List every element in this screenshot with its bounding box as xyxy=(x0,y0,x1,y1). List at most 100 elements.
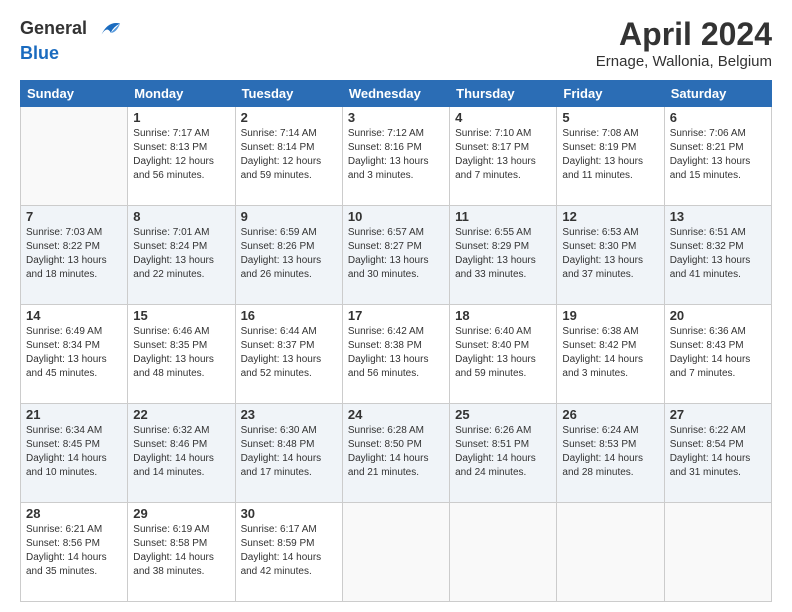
day-number: 7 xyxy=(26,209,122,224)
day-info: Sunrise: 6:49 AMSunset: 8:34 PMDaylight:… xyxy=(26,325,122,381)
day-info: Sunrise: 6:46 AMSunset: 8:35 PMDaylight:… xyxy=(133,325,229,381)
day-number: 30 xyxy=(241,506,337,521)
day-info: Sunrise: 7:17 AMSunset: 8:13 PMDaylight:… xyxy=(133,127,229,183)
day-number: 22 xyxy=(133,407,229,422)
table-row: 12Sunrise: 6:53 AMSunset: 8:30 PMDayligh… xyxy=(557,206,664,305)
table-row: 5 Sunrise: 7:08 AMSunset: 8:19 PMDaylight… xyxy=(557,107,664,206)
calendar-table: Sunday Monday Tuesday Wednesday Thursday… xyxy=(20,80,772,602)
table-row: 21 Sunrise: 6:34 AMSunset: 8:45 PMDayligh… xyxy=(21,404,128,503)
day-number: 4 xyxy=(455,110,551,125)
day-info: Sunrise: 6:38 AMSunset: 8:42 PMDaylight:… xyxy=(562,325,658,381)
day-number: 21 xyxy=(26,407,122,422)
day-info: Sunrise: 6:17 AMSunset: 8:59 PMDaylight:… xyxy=(241,523,337,579)
col-thursday: Thursday xyxy=(450,81,557,107)
day-info: Sunrise: 6:30 AMSunset: 8:48 PMDaylight:… xyxy=(241,424,337,480)
day-info: Sunrise: 6:36 AMSunset: 8:43 PMDaylight:… xyxy=(670,325,766,381)
table-row: 7Sunrise: 7:03 AMSunset: 8:22 PMDaylight… xyxy=(21,206,128,305)
day-number: 11 xyxy=(455,209,551,224)
day-info: Sunrise: 7:06 AMSunset: 8:21 PMDaylight:… xyxy=(670,127,766,183)
table-row xyxy=(21,107,128,206)
col-friday: Friday xyxy=(557,81,664,107)
table-row: 3Sunrise: 7:12 AMSunset: 8:16 PMDaylight… xyxy=(342,107,449,206)
table-row: 27 Sunrise: 6:22 AMSunset: 8:54 PMDayligh… xyxy=(664,404,771,503)
col-sunday: Sunday xyxy=(21,81,128,107)
day-number: 8 xyxy=(133,209,229,224)
table-row: 13Sunrise: 6:51 AMSunset: 8:32 PMDayligh… xyxy=(664,206,771,305)
day-number: 18 xyxy=(455,308,551,323)
day-number: 25 xyxy=(455,407,551,422)
location: Ernage, Wallonia, Belgium xyxy=(596,53,772,70)
table-row: 9Sunrise: 6:59 AMSunset: 8:26 PMDaylight… xyxy=(235,206,342,305)
day-info: Sunrise: 7:14 AMSunset: 8:14 PMDaylight:… xyxy=(241,127,337,183)
calendar-week-row: 7Sunrise: 7:03 AMSunset: 8:22 PMDaylight… xyxy=(21,206,772,305)
day-info: Sunrise: 6:40 AMSunset: 8:40 PMDaylight:… xyxy=(455,325,551,381)
table-row: 16 Sunrise: 6:44 AMSunset: 8:37 PMDayligh… xyxy=(235,305,342,404)
day-info: Sunrise: 6:22 AMSunset: 8:54 PMDaylight:… xyxy=(670,424,766,480)
calendar-week-row: 1 Sunrise: 7:17 AMSunset: 8:13 PMDaylight… xyxy=(21,107,772,206)
day-number: 5 xyxy=(562,110,658,125)
table-row xyxy=(342,503,449,602)
calendar-header-row: Sunday Monday Tuesday Wednesday Thursday… xyxy=(21,81,772,107)
table-row: 20Sunrise: 6:36 AMSunset: 8:43 PMDayligh… xyxy=(664,305,771,404)
table-row: 14 Sunrise: 6:49 AMSunset: 8:34 PMDayligh… xyxy=(21,305,128,404)
day-number: 10 xyxy=(348,209,444,224)
table-row: 11 Sunrise: 6:55 AMSunset: 8:29 PMDayligh… xyxy=(450,206,557,305)
day-number: 27 xyxy=(670,407,766,422)
day-number: 17 xyxy=(348,308,444,323)
table-row: 29 Sunrise: 6:19 AMSunset: 8:58 PMDayligh… xyxy=(128,503,235,602)
day-info: Sunrise: 7:12 AMSunset: 8:16 PMDaylight:… xyxy=(348,127,444,183)
day-number: 1 xyxy=(133,110,229,125)
day-number: 2 xyxy=(241,110,337,125)
table-row xyxy=(557,503,664,602)
day-number: 26 xyxy=(562,407,658,422)
day-number: 29 xyxy=(133,506,229,521)
table-row xyxy=(450,503,557,602)
table-row: 26Sunrise: 6:24 AMSunset: 8:53 PMDayligh… xyxy=(557,404,664,503)
day-info: Sunrise: 6:19 AMSunset: 8:58 PMDaylight:… xyxy=(133,523,229,579)
table-row: 8 Sunrise: 7:01 AMSunset: 8:24 PMDaylight… xyxy=(128,206,235,305)
calendar-week-row: 28Sunrise: 6:21 AMSunset: 8:56 PMDayligh… xyxy=(21,503,772,602)
table-row: 6 Sunrise: 7:06 AMSunset: 8:21 PMDaylight… xyxy=(664,107,771,206)
table-row: 23Sunrise: 6:30 AMSunset: 8:48 PMDayligh… xyxy=(235,404,342,503)
table-row: 2 Sunrise: 7:14 AMSunset: 8:14 PMDaylight… xyxy=(235,107,342,206)
table-row: 19 Sunrise: 6:38 AMSunset: 8:42 PMDayligh… xyxy=(557,305,664,404)
col-monday: Monday xyxy=(128,81,235,107)
title-section: April 2024 Ernage, Wallonia, Belgium xyxy=(596,16,772,70)
day-number: 14 xyxy=(26,308,122,323)
day-number: 16 xyxy=(241,308,337,323)
calendar-week-row: 14 Sunrise: 6:49 AMSunset: 8:34 PMDayligh… xyxy=(21,305,772,404)
logo-blue: Blue xyxy=(20,44,122,64)
table-row: 22 Sunrise: 6:32 AMSunset: 8:46 PMDayligh… xyxy=(128,404,235,503)
table-row: 18 Sunrise: 6:40 AMSunset: 8:40 PMDayligh… xyxy=(450,305,557,404)
day-info: Sunrise: 6:26 AMSunset: 8:51 PMDaylight:… xyxy=(455,424,551,480)
day-info: Sunrise: 6:28 AMSunset: 8:50 PMDaylight:… xyxy=(348,424,444,480)
logo: General Blue xyxy=(20,16,122,64)
day-info: Sunrise: 6:32 AMSunset: 8:46 PMDaylight:… xyxy=(133,424,229,480)
page-header: General Blue April 2024 Ernage, Wallonia… xyxy=(20,16,772,70)
table-row: 1 Sunrise: 7:17 AMSunset: 8:13 PMDaylight… xyxy=(128,107,235,206)
day-number: 9 xyxy=(241,209,337,224)
day-number: 6 xyxy=(670,110,766,125)
day-number: 28 xyxy=(26,506,122,521)
table-row xyxy=(664,503,771,602)
day-number: 15 xyxy=(133,308,229,323)
table-row: 24Sunrise: 6:28 AMSunset: 8:50 PMDayligh… xyxy=(342,404,449,503)
table-row: 28Sunrise: 6:21 AMSunset: 8:56 PMDayligh… xyxy=(21,503,128,602)
day-number: 13 xyxy=(670,209,766,224)
day-info: Sunrise: 7:10 AMSunset: 8:17 PMDaylight:… xyxy=(455,127,551,183)
day-info: Sunrise: 6:34 AMSunset: 8:45 PMDaylight:… xyxy=(26,424,122,480)
day-info: Sunrise: 6:57 AMSunset: 8:27 PMDaylight:… xyxy=(348,226,444,282)
col-tuesday: Tuesday xyxy=(235,81,342,107)
table-row: 15 Sunrise: 6:46 AMSunset: 8:35 PMDayligh… xyxy=(128,305,235,404)
table-row: 30 Sunrise: 6:17 AMSunset: 8:59 PMDayligh… xyxy=(235,503,342,602)
table-row: 25 Sunrise: 6:26 AMSunset: 8:51 PMDayligh… xyxy=(450,404,557,503)
col-saturday: Saturday xyxy=(664,81,771,107)
day-info: Sunrise: 6:44 AMSunset: 8:37 PMDaylight:… xyxy=(241,325,337,381)
day-number: 19 xyxy=(562,308,658,323)
day-info: Sunrise: 7:01 AMSunset: 8:24 PMDaylight:… xyxy=(133,226,229,282)
day-info: Sunrise: 6:55 AMSunset: 8:29 PMDaylight:… xyxy=(455,226,551,282)
logo-general: General xyxy=(20,16,122,44)
day-info: Sunrise: 7:08 AMSunset: 8:19 PMDaylight:… xyxy=(562,127,658,183)
table-row: 17Sunrise: 6:42 AMSunset: 8:38 PMDayligh… xyxy=(342,305,449,404)
month-title: April 2024 xyxy=(596,16,772,53)
